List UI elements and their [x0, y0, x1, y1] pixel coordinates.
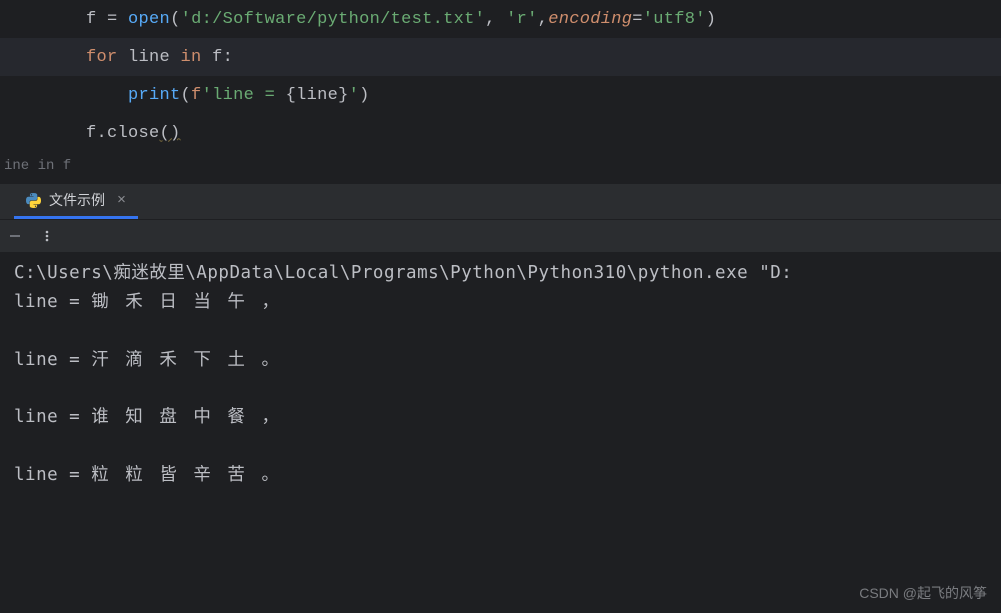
run-tabs-bar: 文件示例 × — [0, 183, 1001, 219]
code-line[interactable]: f.close() — [0, 114, 1001, 152]
console-command: C:\Users\痴迷故里\AppData\Local\Programs\Pyt… — [14, 261, 987, 286]
breadcrumb: ine in f — [0, 152, 1001, 183]
run-tab-label: 文件示例 — [49, 190, 105, 210]
more-icon[interactable] — [40, 229, 54, 243]
console-toolbar — [0, 219, 1001, 253]
code-content[interactable]: for line in f: — [32, 48, 233, 67]
python-file-icon — [26, 193, 41, 208]
console-output-line: line = 汗 滴 禾 下 土 。 — [14, 348, 987, 373]
console-output[interactable]: C:\Users\痴迷故里\AppData\Local\Programs\Pyt… — [0, 253, 1001, 528]
code-line[interactable]: f = open('d:/Software/python/test.txt', … — [0, 0, 1001, 38]
code-content[interactable]: f.close() — [32, 124, 181, 143]
console-output-line: line = 锄 禾 日 当 午 ， — [14, 290, 987, 315]
code-content[interactable]: print(f'line = {line}') — [32, 86, 370, 105]
code-line[interactable]: for line in f: — [0, 38, 1001, 76]
minimize-icon[interactable] — [8, 229, 22, 243]
code-editor[interactable]: f = open('d:/Software/python/test.txt', … — [0, 0, 1001, 152]
close-icon[interactable]: × — [117, 192, 126, 209]
code-content[interactable]: f = open('d:/Software/python/test.txt', … — [32, 10, 716, 29]
console-output-line: line = 粒 粒 皆 辛 苦 。 — [14, 463, 987, 488]
watermark: CSDN @起飞的风筝 — [859, 583, 987, 603]
code-line[interactable]: print(f'line = {line}') — [0, 76, 1001, 114]
run-tab-active[interactable]: 文件示例 × — [14, 184, 138, 219]
console-output-line: line = 谁 知 盘 中 餐 ， — [14, 405, 987, 430]
